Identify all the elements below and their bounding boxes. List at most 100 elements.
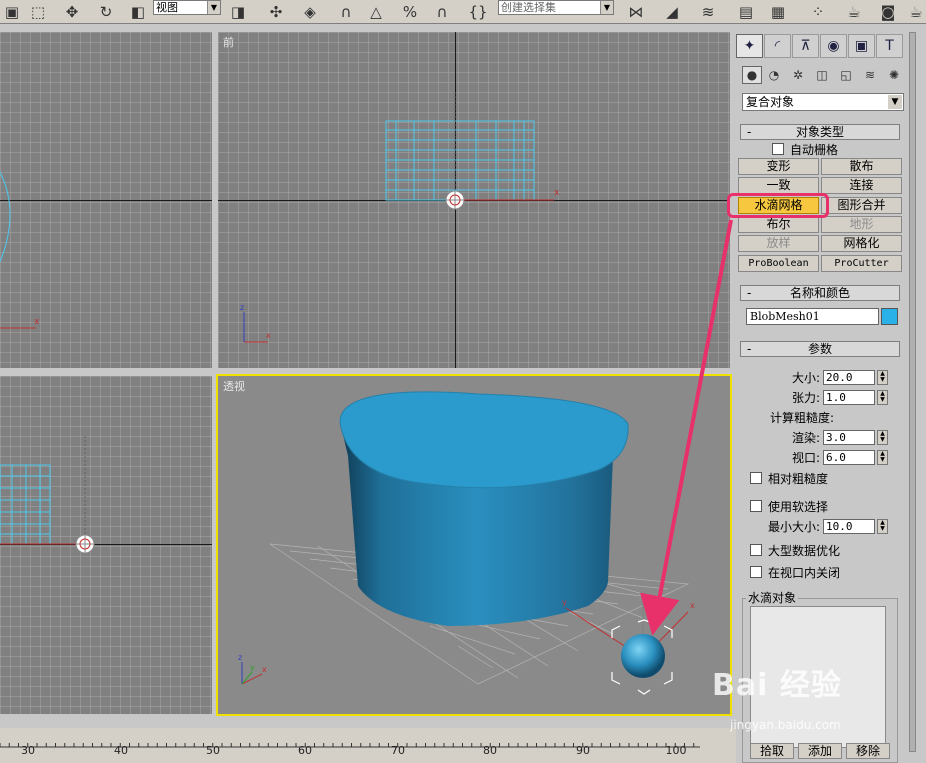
command-panel-scrollbar[interactable] (906, 30, 926, 763)
terrain-button[interactable]: 地形 (821, 216, 902, 233)
reference-coordinate-combo[interactable]: 视图 ▼ (153, 0, 221, 15)
motion-tab-icon[interactable]: ◉ (820, 34, 847, 58)
size-spinner[interactable]: 20.0 (823, 370, 875, 385)
space-warps-icon[interactable]: ≋ (860, 66, 880, 84)
min-size-arrows[interactable]: ▲ ▼ (877, 519, 888, 534)
loft-button[interactable]: 放样 (738, 235, 819, 252)
ruler-tick-label: 60 (298, 744, 312, 757)
left-view-drawing (0, 436, 95, 554)
axis-label-y: y (562, 598, 567, 607)
shapemerge-button[interactable]: 图形合并 (821, 197, 902, 214)
percent-snap-icon[interactable]: % (398, 1, 422, 23)
ruler-tick-label: 40 (114, 744, 128, 757)
mirror-icon[interactable]: ⋈ (624, 1, 648, 23)
morph-button[interactable]: 变形 (738, 158, 819, 175)
align-icon[interactable]: ◢ (660, 1, 684, 23)
geometry-icon[interactable]: ● (742, 66, 762, 84)
large-data-checkbox[interactable] (750, 544, 762, 556)
axis-label-x: x (690, 601, 695, 610)
scatter-button[interactable]: 散布 (821, 158, 902, 175)
scrollbar-thumb[interactable] (909, 32, 916, 752)
manipulate-icon[interactable]: ✣ (264, 1, 288, 23)
connect-button[interactable]: 连接 (821, 177, 902, 194)
off-in-viewport-checkbox[interactable] (750, 566, 762, 578)
rollout-parameters[interactable]: - 参数 (740, 341, 900, 357)
schematic-view-icon[interactable]: ▦ (766, 1, 790, 23)
hierarchy-tab-icon[interactable]: ⊼ (792, 34, 819, 58)
render-setup-icon[interactable]: ☕ (842, 1, 866, 23)
scale-icon[interactable]: ◧ (126, 1, 150, 23)
systems-icon[interactable]: ✺ (884, 66, 904, 84)
object-color-swatch[interactable] (881, 308, 898, 325)
proboolean-button[interactable]: ProBoolean (738, 255, 819, 272)
viewport-roughness-arrows[interactable]: ▲ ▼ (877, 450, 888, 465)
edit-named-selection-icon[interactable]: {} (466, 1, 490, 23)
off-in-viewport-label: 在视口内关闭 (768, 566, 841, 580)
viewport-perspective[interactable]: 透视 y x z y x (216, 374, 732, 716)
size-spinner-arrows[interactable]: ▲ ▼ (877, 370, 888, 385)
spinner-snap-icon[interactable]: ∩ (430, 1, 454, 23)
render-roughness-label: 渲染: (791, 431, 820, 445)
shapes-icon[interactable]: ◔ (764, 66, 784, 84)
helpers-icon[interactable]: ◱ (836, 66, 856, 84)
mesher-button[interactable]: 网格化 (821, 235, 902, 252)
auto-grid-checkbox[interactable] (772, 143, 784, 155)
cylinder-object (339, 391, 629, 626)
render-roughness-arrows[interactable]: ▲ ▼ (877, 430, 888, 445)
create-category-icons: ● ◔ ✲ ◫ ◱ ≋ ✺ (740, 64, 906, 86)
tension-spinner[interactable]: 1.0 (823, 390, 875, 405)
ruler-tick-label: 50 (206, 744, 220, 757)
chevron-down-icon: ▼ (207, 1, 220, 14)
layer-manager-icon[interactable]: ≋ (696, 1, 720, 23)
snap-toggle-icon[interactable]: ∩ (334, 1, 358, 23)
viewport-front[interactable]: 前 x z x (218, 32, 730, 368)
min-size-label: 最小大小: (767, 520, 820, 534)
curve-editor-icon[interactable]: ▤ (734, 1, 758, 23)
create-tab-icon[interactable]: ✦ (736, 34, 763, 58)
size-label: 大小: (791, 371, 820, 385)
viewport-roughness-spinner[interactable]: 6.0 (823, 450, 875, 465)
ruler-tick-label: 30 (21, 744, 35, 757)
viewport-left[interactable] (0, 376, 212, 714)
pivot-icon[interactable]: ◨ (226, 1, 250, 23)
cameras-icon[interactable]: ◫ (812, 66, 832, 84)
material-editor-icon[interactable]: ⁘ (806, 1, 830, 23)
perspective-view-drawing: y x z y x (238, 391, 695, 695)
watermark-brand: Bai 经验 (712, 668, 842, 703)
tension-spinner-arrows[interactable]: ▲ ▼ (877, 390, 888, 405)
lights-icon[interactable]: ✲ (788, 66, 808, 84)
blob-objects-label: 水滴对象 (746, 589, 799, 606)
relative-roughness-checkbox[interactable] (750, 472, 762, 484)
modify-tab-icon[interactable]: ◜ (764, 34, 791, 58)
auto-grid-label: 自动栅格 (790, 143, 839, 157)
soft-selection-checkbox[interactable] (750, 500, 762, 512)
render-roughness-spinner[interactable]: 3.0 (823, 430, 875, 445)
main-toolbar: ▣ ⬚ ✥ ↻ ◧ 视图 ▼ ◨ ✣ ◈ ∩ △ % ∩ {} 创建选择集 ▼ … (0, 0, 926, 24)
quick-render-icon[interactable]: ☕ (904, 1, 926, 23)
region-select-icon[interactable]: ▣ (0, 1, 24, 23)
procutter-button[interactable]: ProCutter (821, 255, 902, 272)
named-selection-combo[interactable]: 创建选择集 ▼ (498, 0, 614, 15)
move-icon[interactable]: ✥ (60, 1, 84, 23)
boolean-button[interactable]: 布尔 (738, 216, 819, 233)
select-region-icon[interactable]: ⬚ (26, 1, 50, 23)
category-select[interactable]: 复合对象 ▼ (742, 93, 904, 111)
utilities-tab-icon[interactable]: T (876, 34, 903, 58)
axis-label-x: x (554, 188, 560, 198)
display-tab-icon[interactable]: ▣ (848, 34, 875, 58)
angle-snap-icon[interactable]: △ (364, 1, 388, 23)
keyboard-shortcut-icon[interactable]: ◈ (298, 1, 322, 23)
conform-button[interactable]: 一致 (738, 177, 819, 194)
viewport-roughness-label: 视口: (791, 451, 820, 465)
rotate-icon[interactable]: ↻ (94, 1, 118, 23)
rollout-object-type[interactable]: - 对象类型 (740, 124, 900, 140)
object-name-input[interactable]: BlobMesh01 (746, 308, 879, 325)
cylinder-wireframe-front (385, 120, 535, 201)
viewport-top[interactable]: x (0, 32, 212, 368)
ruler-tick-label: 90 (576, 744, 590, 757)
render-frame-icon[interactable]: ◙ (876, 1, 900, 23)
axis-label-x: x (266, 331, 271, 340)
rollout-name-color[interactable]: - 名称和颜色 (740, 285, 900, 301)
min-size-spinner[interactable]: 10.0 (823, 519, 875, 534)
axis-tripod-front: z x (240, 303, 271, 343)
